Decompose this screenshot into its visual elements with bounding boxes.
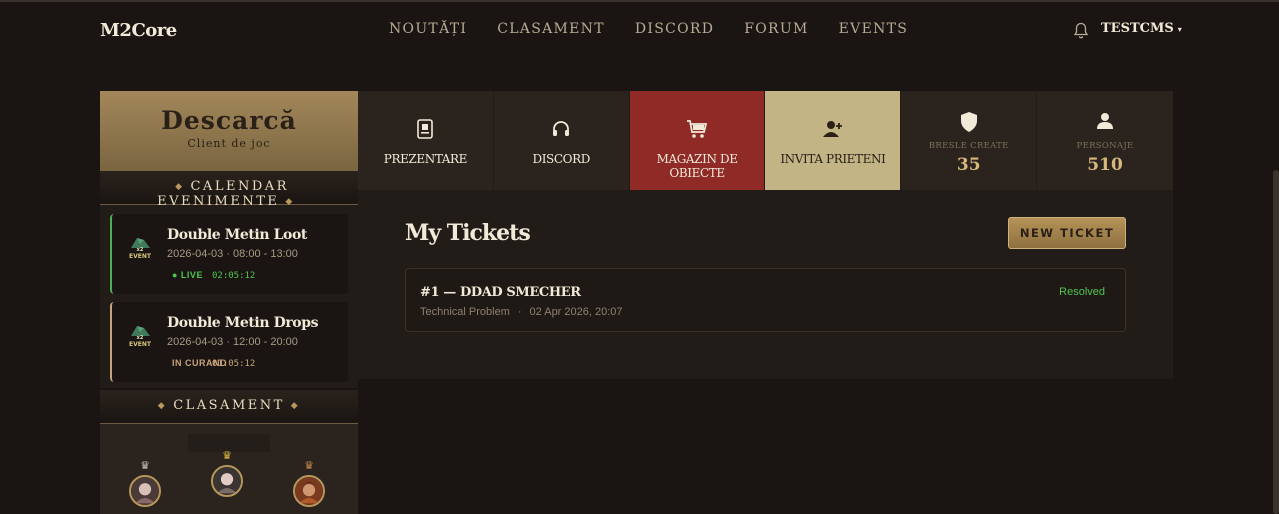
event-badge-icon: x2 EVENT	[129, 326, 152, 348]
stat-label: PERSONAJE	[1076, 141, 1134, 151]
stat-value: 35	[956, 155, 981, 175]
prezentare-button[interactable]: PREZENTARE	[358, 91, 494, 190]
status-badge: Resolved	[1059, 286, 1105, 298]
event-card[interactable]: x2 EVENT Double Metin Loot 2026-04-03 · …	[110, 214, 348, 294]
crown-icon: ♛	[222, 449, 232, 462]
presentation-icon	[417, 119, 434, 139]
download-client-button[interactable]: Descarcă Client de joc	[100, 91, 358, 171]
ticket-date: 02 Apr 2026, 20:07	[529, 306, 623, 318]
ticket-title: #1 — DDAD SMECHER	[420, 285, 581, 300]
event-time: 2026-04-03 · 12:00 - 20:00	[167, 336, 298, 348]
download-subtitle: Client de joc	[187, 137, 271, 150]
avatar	[129, 475, 161, 507]
user-menu[interactable]: TESTCMS ▾	[1101, 21, 1182, 36]
ranking-player-3[interactable]: ♛	[293, 460, 325, 511]
headset-icon	[553, 121, 570, 136]
diamond-icon: ◆	[290, 400, 301, 411]
nav-link-discord[interactable]: DISCORD	[635, 21, 714, 37]
invite-friends-button[interactable]: INVITA PRIETENI	[765, 91, 902, 190]
ranking-heading-label: CLASAMENT	[173, 398, 285, 413]
ticket-row[interactable]: #1 — DDAD SMECHER Technical Problem · 02 A…	[405, 268, 1126, 332]
download-title: Descarcă	[161, 106, 297, 135]
username: TESTCMS	[1101, 21, 1174, 36]
ranking-podium: ♛ ♛ ♛	[100, 424, 358, 514]
tile-label: MAGAZIN DE OBIECTE	[656, 152, 738, 180]
calendar-heading: ◆ CALENDAR EVENIMENTE ◆	[100, 171, 358, 209]
bell-icon[interactable]	[1073, 22, 1089, 40]
ranking-player-1[interactable]: ♛	[211, 450, 243, 501]
quick-actions-bar: PREZENTARE DISCORD MAGAZIN DE OBIECTE IN…	[358, 91, 1173, 190]
diamond-icon: ◆	[175, 181, 185, 192]
add-user-icon	[822, 121, 842, 137]
main-nav: NOUTĂȚI CLASAMENT DISCORD FORUM EVENTS	[389, 21, 908, 37]
top-navbar: M2Core NOUTĂȚI CLASAMENT DISCORD FORUM E…	[0, 0, 1279, 58]
new-ticket-button[interactable]: NEW TICKET	[1008, 217, 1126, 249]
event-countdown: 01:05:12	[212, 359, 256, 369]
avatar	[293, 475, 325, 507]
shop-button[interactable]: MAGAZIN DE OBIECTE	[629, 91, 766, 190]
stat-value: 510	[1087, 155, 1123, 175]
discord-button[interactable]: DISCORD	[494, 91, 630, 190]
tickets-panel: My Tickets NEW TICKET #1 — DDAD SMECHER …	[358, 190, 1173, 379]
event-status-badge: ● LIVE	[172, 270, 203, 280]
nav-link-clasament[interactable]: CLASAMENT	[497, 21, 605, 37]
user-icon	[1097, 113, 1114, 129]
nav-link-events[interactable]: EVENTS	[839, 21, 909, 37]
cart-icon	[687, 120, 708, 138]
ranking-heading: ◆ CLASAMENT ◆	[100, 390, 358, 424]
nav-link-noutati[interactable]: NOUTĂȚI	[389, 21, 467, 37]
diamond-icon: ◆	[157, 400, 168, 411]
nav-link-forum[interactable]: FORUM	[744, 21, 808, 37]
ranking-player-2[interactable]: ♛	[129, 460, 161, 511]
event-countdown: 02:05:12	[212, 271, 256, 281]
tile-label: INVITA PRIETENI	[780, 152, 886, 166]
chevron-down-icon: ▾	[1177, 23, 1182, 34]
meta-separator: ·	[517, 306, 522, 318]
page-scrollbar[interactable]	[1273, 170, 1279, 514]
event-badge-icon: x2 EVENT	[129, 238, 152, 260]
tile-label: DISCORD	[532, 152, 591, 166]
event-name: Double Metin Loot	[167, 227, 307, 243]
site-logo[interactable]: M2Core	[100, 20, 177, 41]
stat-label: BRESLE CREATE	[928, 141, 1009, 151]
crown-icon: ♛	[140, 459, 150, 472]
crown-icon: ♛	[304, 459, 314, 472]
avatar	[211, 465, 243, 497]
svg-text:EVENT: EVENT	[129, 253, 152, 260]
stat-characters: PERSONAJE 510	[1037, 91, 1173, 190]
svg-text:EVENT: EVENT	[129, 341, 152, 348]
event-name: Double Metin Drops	[167, 315, 319, 331]
event-card[interactable]: x2 EVENT Double Metin Drops 2026-04-03 ·…	[110, 302, 348, 382]
event-time: 2026-04-03 · 08:00 - 13:00	[167, 248, 298, 260]
page-title: My Tickets	[405, 220, 531, 246]
stat-guilds: BRESLE CREATE 35	[901, 91, 1038, 190]
ticket-category: Technical Problem	[420, 306, 510, 318]
tile-label: PREZENTARE	[383, 152, 468, 166]
shield-icon	[960, 112, 977, 132]
events-list: x2 EVENT Double Metin Loot 2026-04-03 · …	[100, 205, 358, 388]
ticket-meta: Technical Problem · 02 Apr 2026, 20:07	[420, 306, 623, 318]
